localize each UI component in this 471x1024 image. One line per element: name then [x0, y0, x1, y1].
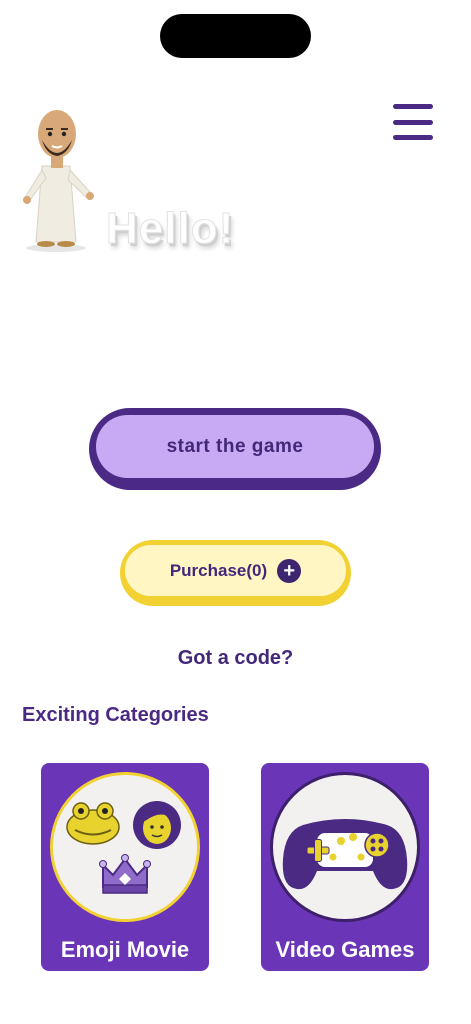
purchase-label: Purchase(0) [169, 560, 268, 580]
got-a-code-link[interactable]: Got a code? [0, 647, 471, 670]
category-label: Emoji Movie [60, 937, 190, 962]
emoji-collage-icon [50, 772, 200, 922]
dynamic-island [160, 14, 311, 58]
start-game-label: start the game [96, 415, 374, 478]
menu-bar [393, 135, 433, 140]
menu-bar [393, 119, 433, 125]
gamepad-icon [270, 772, 420, 922]
start-game-button[interactable]: start the game [89, 408, 381, 490]
menu-bar [393, 104, 433, 109]
categories-heading: Exciting Categories [22, 704, 209, 726]
purchase-button-face: Purchase(0) + [125, 545, 346, 596]
category-label: Video Games [275, 937, 415, 962]
category-card-video-games[interactable]: Video Games [261, 763, 429, 971]
character-avatar [18, 104, 106, 254]
purchase-button[interactable]: Purchase(0) + [120, 540, 351, 606]
hamburger-menu-icon[interactable] [393, 104, 433, 140]
plus-circle-icon: + [277, 558, 302, 583]
category-card-emoji-movie[interactable]: Emoji Movie [41, 763, 209, 971]
greeting-title: Hello! [105, 204, 235, 254]
home-screen: Hello! start the game Purchase(0) + Got … [0, 0, 471, 1024]
